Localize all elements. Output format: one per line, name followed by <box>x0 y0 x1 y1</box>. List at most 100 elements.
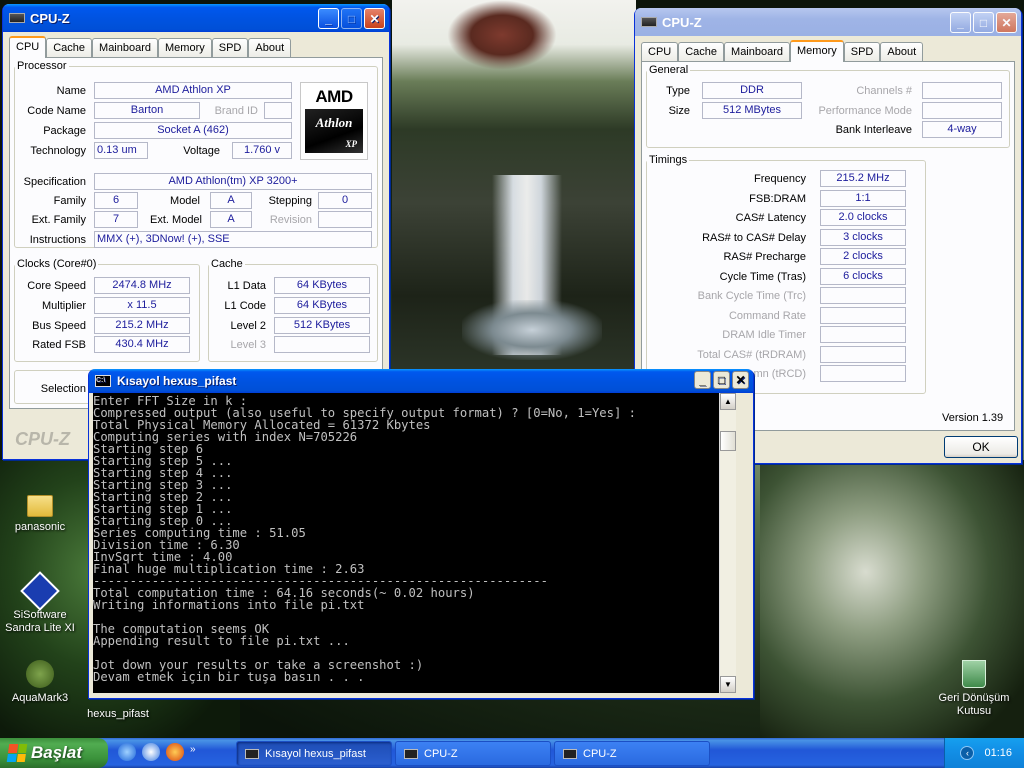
type-label: Type <box>666 85 690 97</box>
waterfall-photo <box>392 0 636 370</box>
titlebar[interactable]: C:\ Kısayol hexus_pifast _ □ ✕ <box>89 369 753 393</box>
rcd-label: RAS# to CAS# Delay <box>702 232 806 244</box>
l1code-value: 64 KBytes <box>274 297 370 314</box>
tab-panel: Processor Name AMD Athlon XP Code Name B… <box>9 57 383 409</box>
windows-logo-icon <box>6 744 28 762</box>
size-label: Size <box>668 105 690 117</box>
ok-button[interactable]: OK <box>944 436 1018 458</box>
tab-memory[interactable]: Memory <box>790 40 844 62</box>
maximize-button[interactable]: □ <box>713 371 730 389</box>
tab-cache[interactable]: Cache <box>678 42 725 62</box>
console-window: C:\ Kısayol hexus_pifast _ □ ✕ Enter FFT… <box>88 369 754 699</box>
multiplier-label: Multiplier <box>41 300 86 312</box>
l1data-value: 64 KBytes <box>274 277 370 294</box>
titlebar[interactable]: CPU-Z _ □ ✕ <box>635 8 1021 36</box>
rcd-value: 3 clocks <box>820 229 906 246</box>
tree-blossom <box>447 0 557 70</box>
cpuz-app-icon <box>641 17 657 27</box>
trcd-value <box>820 365 906 382</box>
busspeed-value: 215.2 MHz <box>94 317 190 334</box>
technology-label: Technology <box>30 145 86 157</box>
codename-value: Barton <box>94 102 200 119</box>
cpuz-app-icon <box>9 13 25 23</box>
minimize-button[interactable]: _ <box>694 371 711 389</box>
system-tray: ‹ 01:16 <box>944 738 1024 768</box>
perfmode-value <box>922 102 1002 119</box>
trdram-value <box>820 346 906 363</box>
level2-label: Level 2 <box>230 320 266 332</box>
channels-value <box>922 82 1002 99</box>
stepping-label: Stepping <box>268 195 312 207</box>
extmodel-label: Ext. Model <box>150 214 202 226</box>
rp-value: 2 clocks <box>820 248 906 265</box>
frequency-label: Frequency <box>754 173 806 185</box>
chevron-right-icon[interactable]: » <box>190 743 200 761</box>
tab-mainboard[interactable]: Mainboard <box>92 38 159 58</box>
desktop-icon-sandra[interactable]: SiSoftware Sandra Lite XI <box>0 571 80 635</box>
size-value: 512 MBytes <box>702 102 802 119</box>
internet-explorer-icon[interactable] <box>118 743 136 761</box>
desktop-icon-recycle-bin[interactable]: Geri Dönüşüm Kutusu <box>934 660 1014 718</box>
desktop-icon-aquamark[interactable]: AquaMark3 <box>0 660 80 705</box>
model-value: A <box>210 192 252 209</box>
minimize-button[interactable]: _ <box>318 8 339 29</box>
l1data-label: L1 Data <box>227 280 266 292</box>
cpuz-watermark: CPU-Z <box>15 429 70 449</box>
tab-spd[interactable]: SPD <box>843 42 881 62</box>
revision-value <box>318 211 372 228</box>
tab-cpu[interactable]: CPU <box>9 36 47 58</box>
firefox-icon[interactable] <box>166 743 184 761</box>
desktop-icon-panasonic[interactable]: panasonic <box>0 495 80 534</box>
show-hidden-icons-button[interactable]: ‹ <box>960 746 975 760</box>
technology-value: 0.13 um <box>94 142 148 159</box>
scroll-up-button[interactable]: ▲ <box>720 393 736 410</box>
cr-value <box>820 307 906 324</box>
scroll-thumb[interactable] <box>720 431 736 451</box>
console-output[interactable]: Enter FFT Size in k : Compressed output (… <box>93 393 736 693</box>
name-value: AMD Athlon XP <box>94 82 292 99</box>
taskbar-item-cpuz-2[interactable]: CPU-Z <box>554 741 710 766</box>
brandid-value <box>264 102 292 119</box>
taskbar-item-console[interactable]: Kısayol hexus_pifast <box>236 741 392 766</box>
instructions-value: MMX (+), 3DNow! (+), SSE <box>94 231 372 248</box>
brandid-label: Brand ID <box>214 105 258 117</box>
desktop-icon-hexus[interactable]: hexus_pifast <box>78 708 158 721</box>
clock[interactable]: 01:16 <box>984 747 1012 759</box>
console-line: Devam etmek için bir tuşa basın . . . <box>93 670 365 684</box>
family-label: Family <box>53 195 86 207</box>
maximize-button[interactable]: □ <box>341 8 362 29</box>
taskbar-item-cpuz-1[interactable]: CPU-Z <box>395 741 551 766</box>
stepping-value: 0 <box>318 192 372 209</box>
close-button[interactable]: ✕ <box>996 12 1017 33</box>
package-value: Socket A (462) <box>94 122 292 139</box>
extmodel-value: A <box>210 211 252 228</box>
minimize-button[interactable]: _ <box>950 12 971 33</box>
vertical-scrollbar[interactable]: ▲ ▼ <box>719 393 736 693</box>
tab-about[interactable]: About <box>880 42 924 62</box>
tab-spd[interactable]: SPD <box>211 38 249 58</box>
name-label: Name <box>56 85 86 97</box>
folder-icon <box>27 495 53 517</box>
windows-media-player-icon[interactable] <box>142 743 160 761</box>
level3-value <box>274 336 370 353</box>
tab-mainboard[interactable]: Mainboard <box>724 42 791 62</box>
channels-label: Channels # <box>856 85 912 97</box>
close-button[interactable]: ✕ <box>364 8 385 29</box>
titlebar[interactable]: CPU-Z _ □ ✕ <box>3 4 389 32</box>
console-line: Writing informations into file pi.txt <box>93 598 365 612</box>
tab-cache[interactable]: Cache <box>46 38 93 58</box>
tab-cpu[interactable]: CPU <box>641 42 679 62</box>
multiplier-value: x 11.5 <box>94 297 190 314</box>
trc-label: Bank Cycle Time (Trc) <box>697 290 806 302</box>
start-button[interactable]: Başlat <box>0 738 108 768</box>
amd-athlon-xp-logo: AMD Athlon XP <box>300 82 368 160</box>
tab-memory[interactable]: Memory <box>158 38 212 58</box>
version-text: Version 1.39 <box>942 412 1004 424</box>
console-icon: C:\ <box>95 375 111 387</box>
close-button[interactable]: ✕ <box>732 371 749 389</box>
tab-about[interactable]: About <box>248 38 292 58</box>
maximize-button[interactable]: □ <box>973 12 994 33</box>
idle-label: DRAM Idle Timer <box>722 329 806 341</box>
trc-value <box>820 287 906 304</box>
scroll-down-button[interactable]: ▼ <box>720 676 736 693</box>
